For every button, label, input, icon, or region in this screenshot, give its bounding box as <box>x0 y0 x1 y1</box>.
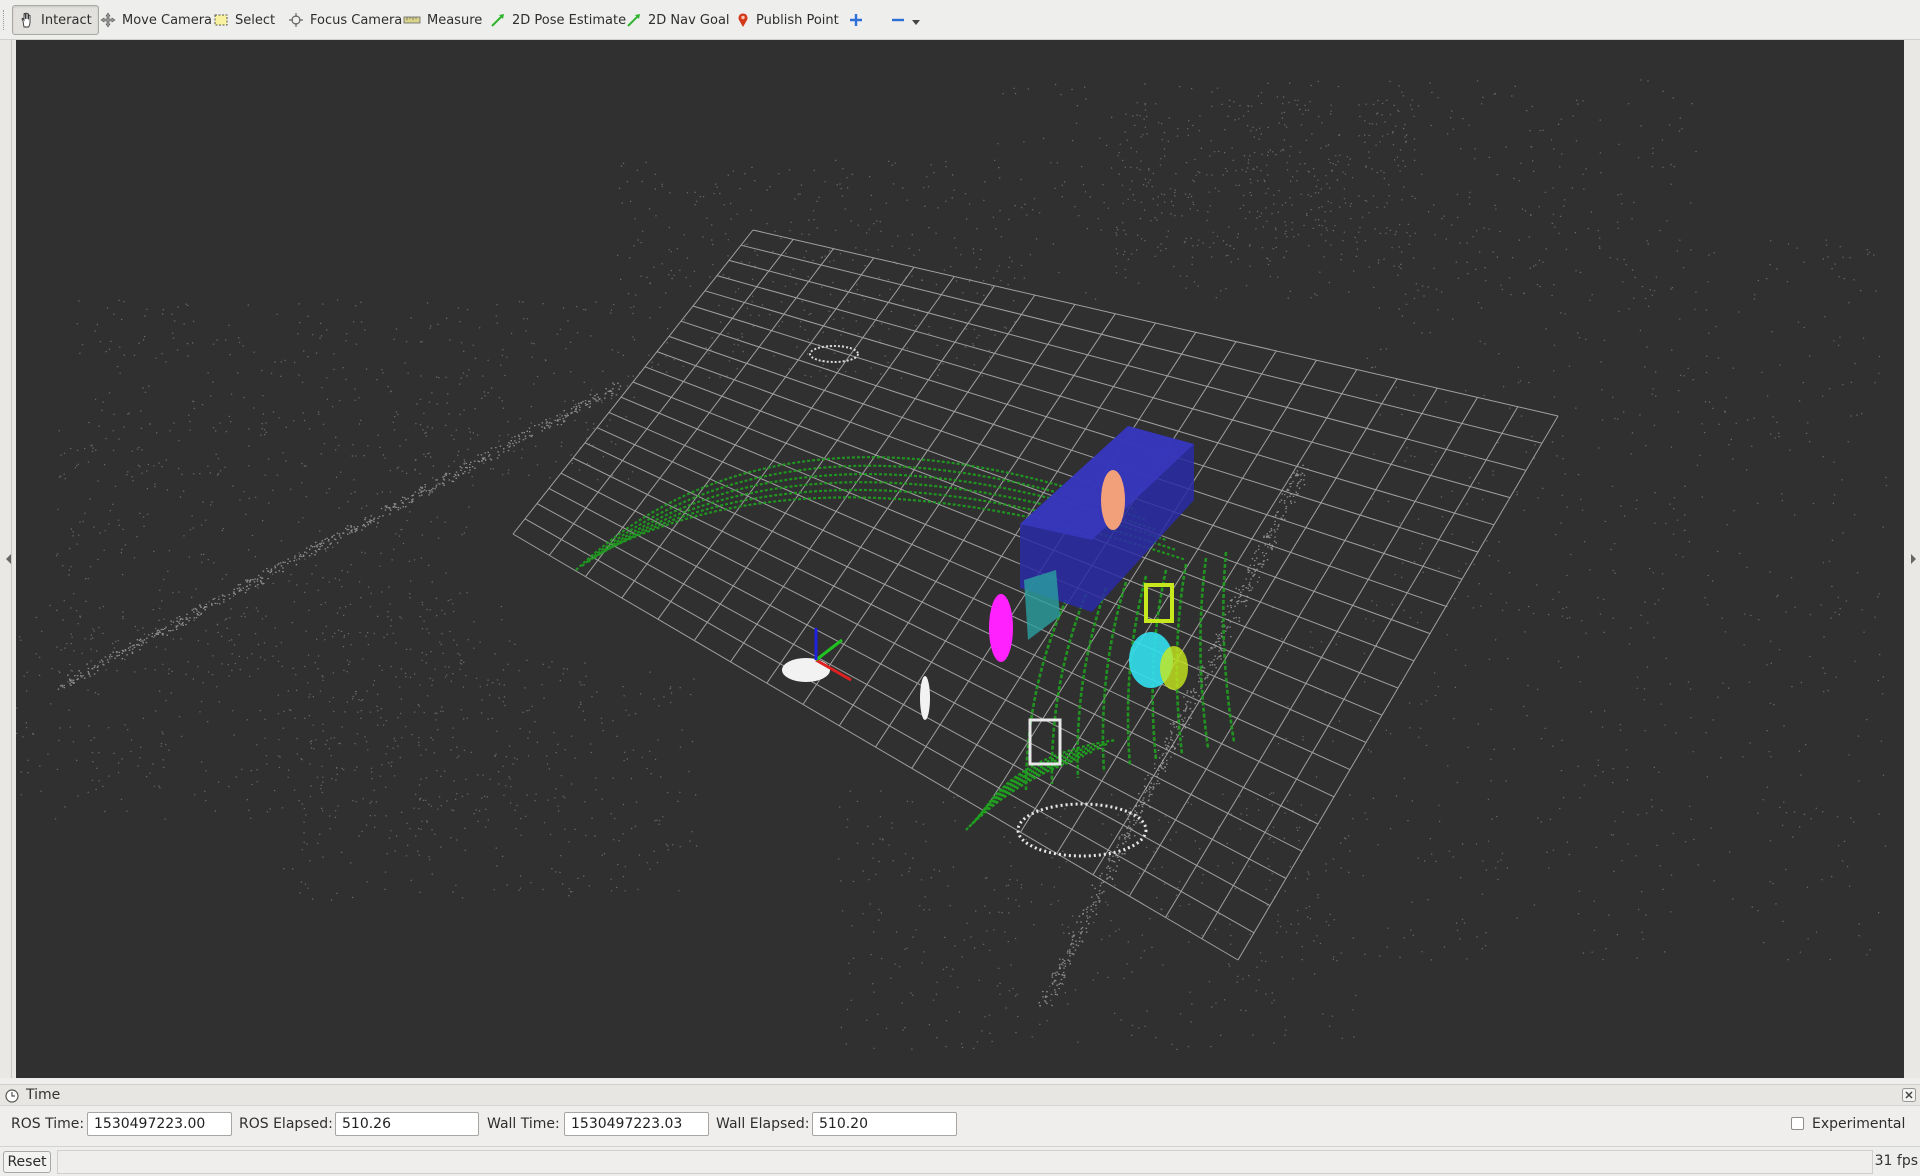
time-panel: ROS Time: ROS Elapsed: Wall Time: Wall E… <box>0 1106 1920 1144</box>
reset-button[interactable]: Reset <box>3 1151 51 1173</box>
ros-elapsed-label: ROS Elapsed: <box>239 1116 333 1132</box>
hand-icon <box>21 12 31 28</box>
close-icon[interactable] <box>1902 1088 1916 1102</box>
person-pink-cluster <box>989 594 1013 662</box>
scene-canvas[interactable] <box>16 40 1904 1078</box>
wall-elapsed-label: Wall Elapsed: <box>716 1116 810 1132</box>
focus-camera-tool-label: Focus Camera <box>310 12 403 28</box>
pose-estimate-tool-label: 2D Pose Estimate <box>512 12 627 28</box>
right-dock-handle[interactable] <box>1904 40 1920 1078</box>
ros-time-field[interactable] <box>87 1112 232 1136</box>
wall-elapsed-field[interactable] <box>812 1112 957 1136</box>
remove-tool-dropdown[interactable] <box>884 5 926 35</box>
toolbar: Interact Move Camera Select Focus Camera… <box>0 0 1920 40</box>
time-panel-header: Time <box>0 1084 1920 1106</box>
ruler-icon <box>403 16 421 24</box>
wall-time-field[interactable] <box>564 1112 709 1136</box>
yellow-object-cluster <box>1160 646 1188 690</box>
clock-icon <box>5 1089 19 1103</box>
ros-elapsed-field[interactable] <box>335 1112 479 1136</box>
experimental-checkbox[interactable] <box>1791 1117 1804 1130</box>
person-orange-cluster <box>1101 470 1125 530</box>
experimental-label[interactable]: Experimental <box>1812 1116 1905 1132</box>
move-camera-tool-button[interactable]: Move Camera <box>94 5 218 35</box>
wall-time-label: Wall Time: <box>487 1116 560 1132</box>
measure-tool-label: Measure <box>427 12 483 28</box>
nav-goal-tool-button[interactable]: 2D Nav Goal <box>620 5 736 35</box>
nav-goal-tool-label: 2D Nav Goal <box>648 12 730 28</box>
toolbar-grip[interactable] <box>3 10 7 30</box>
interact-tool-label: Interact <box>41 12 92 28</box>
plus-icon <box>850 14 862 26</box>
focus-camera-tool-button[interactable]: Focus Camera <box>282 5 408 35</box>
move-camera-icon <box>100 12 116 28</box>
time-panel-title: Time <box>26 1087 61 1103</box>
chevron-down-icon <box>912 20 920 25</box>
select-icon <box>214 14 228 26</box>
collapse-right-icon[interactable] <box>1909 554 1917 564</box>
publish-point-tool-label: Publish Point <box>756 12 839 28</box>
ros-time-label: ROS Time: <box>11 1116 85 1132</box>
move-camera-tool-label: Move Camera <box>122 12 213 28</box>
white-cluster-left <box>782 658 830 682</box>
focus-camera-icon <box>289 13 303 27</box>
3d-render-viewport[interactable] <box>16 40 1904 1078</box>
status-bar: Reset 31 fps <box>0 1146 1920 1176</box>
minus-icon <box>892 18 904 22</box>
green-arrow-icon <box>491 14 504 27</box>
map-pin-icon <box>738 13 748 27</box>
collapse-left-icon[interactable] <box>5 554 13 564</box>
interact-tool-button[interactable]: Interact <box>12 5 99 35</box>
green-arrow-icon <box>627 14 640 27</box>
measure-tool-button[interactable]: Measure <box>397 5 488 35</box>
select-tool-button[interactable]: Select <box>207 5 281 35</box>
white-pole-cluster <box>920 676 930 720</box>
fps-counter: 31 fps <box>1874 1153 1918 1169</box>
publish-point-tool-button[interactable]: Publish Point <box>730 5 845 35</box>
pose-estimate-tool-button[interactable]: 2D Pose Estimate <box>484 5 632 35</box>
left-dock-handle[interactable] <box>0 40 16 1078</box>
select-tool-label: Select <box>235 12 276 28</box>
add-tool-button[interactable] <box>842 5 870 35</box>
status-message-area <box>57 1150 1873 1174</box>
